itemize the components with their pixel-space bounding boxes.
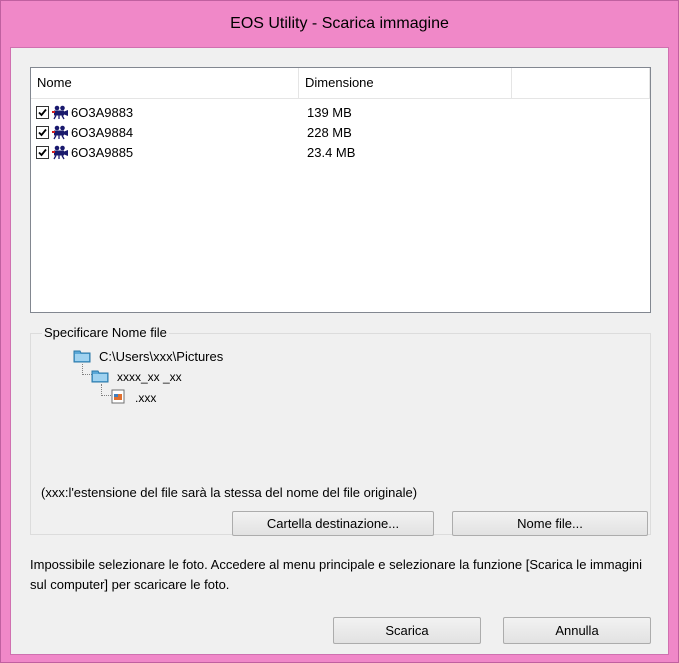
filename-groupbox: Specificare Nome file C:\Users\xxx\Pictu… — [30, 325, 651, 536]
movie-camera-icon — [52, 125, 68, 140]
dialog-window: EOS Utility - Scarica immagine Nome Dime… — [0, 0, 679, 663]
dialog-client-area: Nome Dimensione 6O3A9883 139 MB 6O3A9884… — [10, 47, 669, 655]
folder-icon — [91, 370, 109, 383]
title-bar[interactable]: EOS Utility - Scarica immagine — [1, 1, 678, 47]
destination-folder-button[interactable]: Cartella destinazione... — [232, 511, 434, 536]
column-header-empty — [512, 68, 650, 98]
subfolder-name: xxxx_xx _xx — [117, 370, 182, 384]
movie-camera-icon — [52, 145, 68, 160]
check-mark-icon — [38, 128, 47, 137]
window-title: EOS Utility - Scarica immagine — [230, 15, 449, 32]
cancel-button[interactable]: Annulla — [503, 617, 651, 644]
list-header: Nome Dimensione — [31, 68, 650, 99]
table-row[interactable]: 6O3A9883 139 MB — [31, 103, 650, 123]
tree-connector — [101, 384, 111, 396]
root-path: C:\Users\xxx\Pictures — [99, 349, 224, 364]
file-size: 23.4 MB — [307, 145, 356, 160]
file-name-button[interactable]: Nome file... — [452, 511, 648, 536]
check-mark-icon — [38, 148, 47, 157]
image-file-icon — [111, 389, 125, 404]
download-button[interactable]: Scarica — [333, 617, 481, 644]
groupbox-legend: Specificare Nome file — [42, 325, 169, 340]
file-size: 228 MB — [307, 125, 352, 140]
row-checkbox[interactable] — [36, 126, 49, 139]
table-row[interactable]: 6O3A9885 23.4 MB — [31, 143, 650, 163]
file-name: 6O3A9885 — [71, 145, 134, 160]
file-size: 139 MB — [307, 105, 352, 120]
folder-icon — [73, 350, 91, 363]
check-mark-icon — [38, 108, 47, 117]
row-checkbox[interactable] — [36, 106, 49, 119]
column-header-size[interactable]: Dimensione — [299, 68, 512, 98]
file-name: 6O3A9884 — [71, 125, 134, 140]
row-checkbox[interactable] — [36, 146, 49, 159]
file-extension: .xxx — [135, 391, 157, 405]
column-header-name[interactable]: Nome — [31, 68, 299, 98]
file-name: 6O3A9883 — [71, 105, 134, 120]
table-row[interactable]: 6O3A9884 228 MB — [31, 123, 650, 143]
info-message: Impossibile selezionare le foto. Acceder… — [30, 557, 643, 592]
file-list[interactable]: Nome Dimensione 6O3A9883 139 MB 6O3A9884… — [30, 67, 651, 313]
movie-camera-icon — [52, 105, 68, 120]
extension-note: (xxx:l'estensione del file sarà la stess… — [41, 485, 418, 500]
